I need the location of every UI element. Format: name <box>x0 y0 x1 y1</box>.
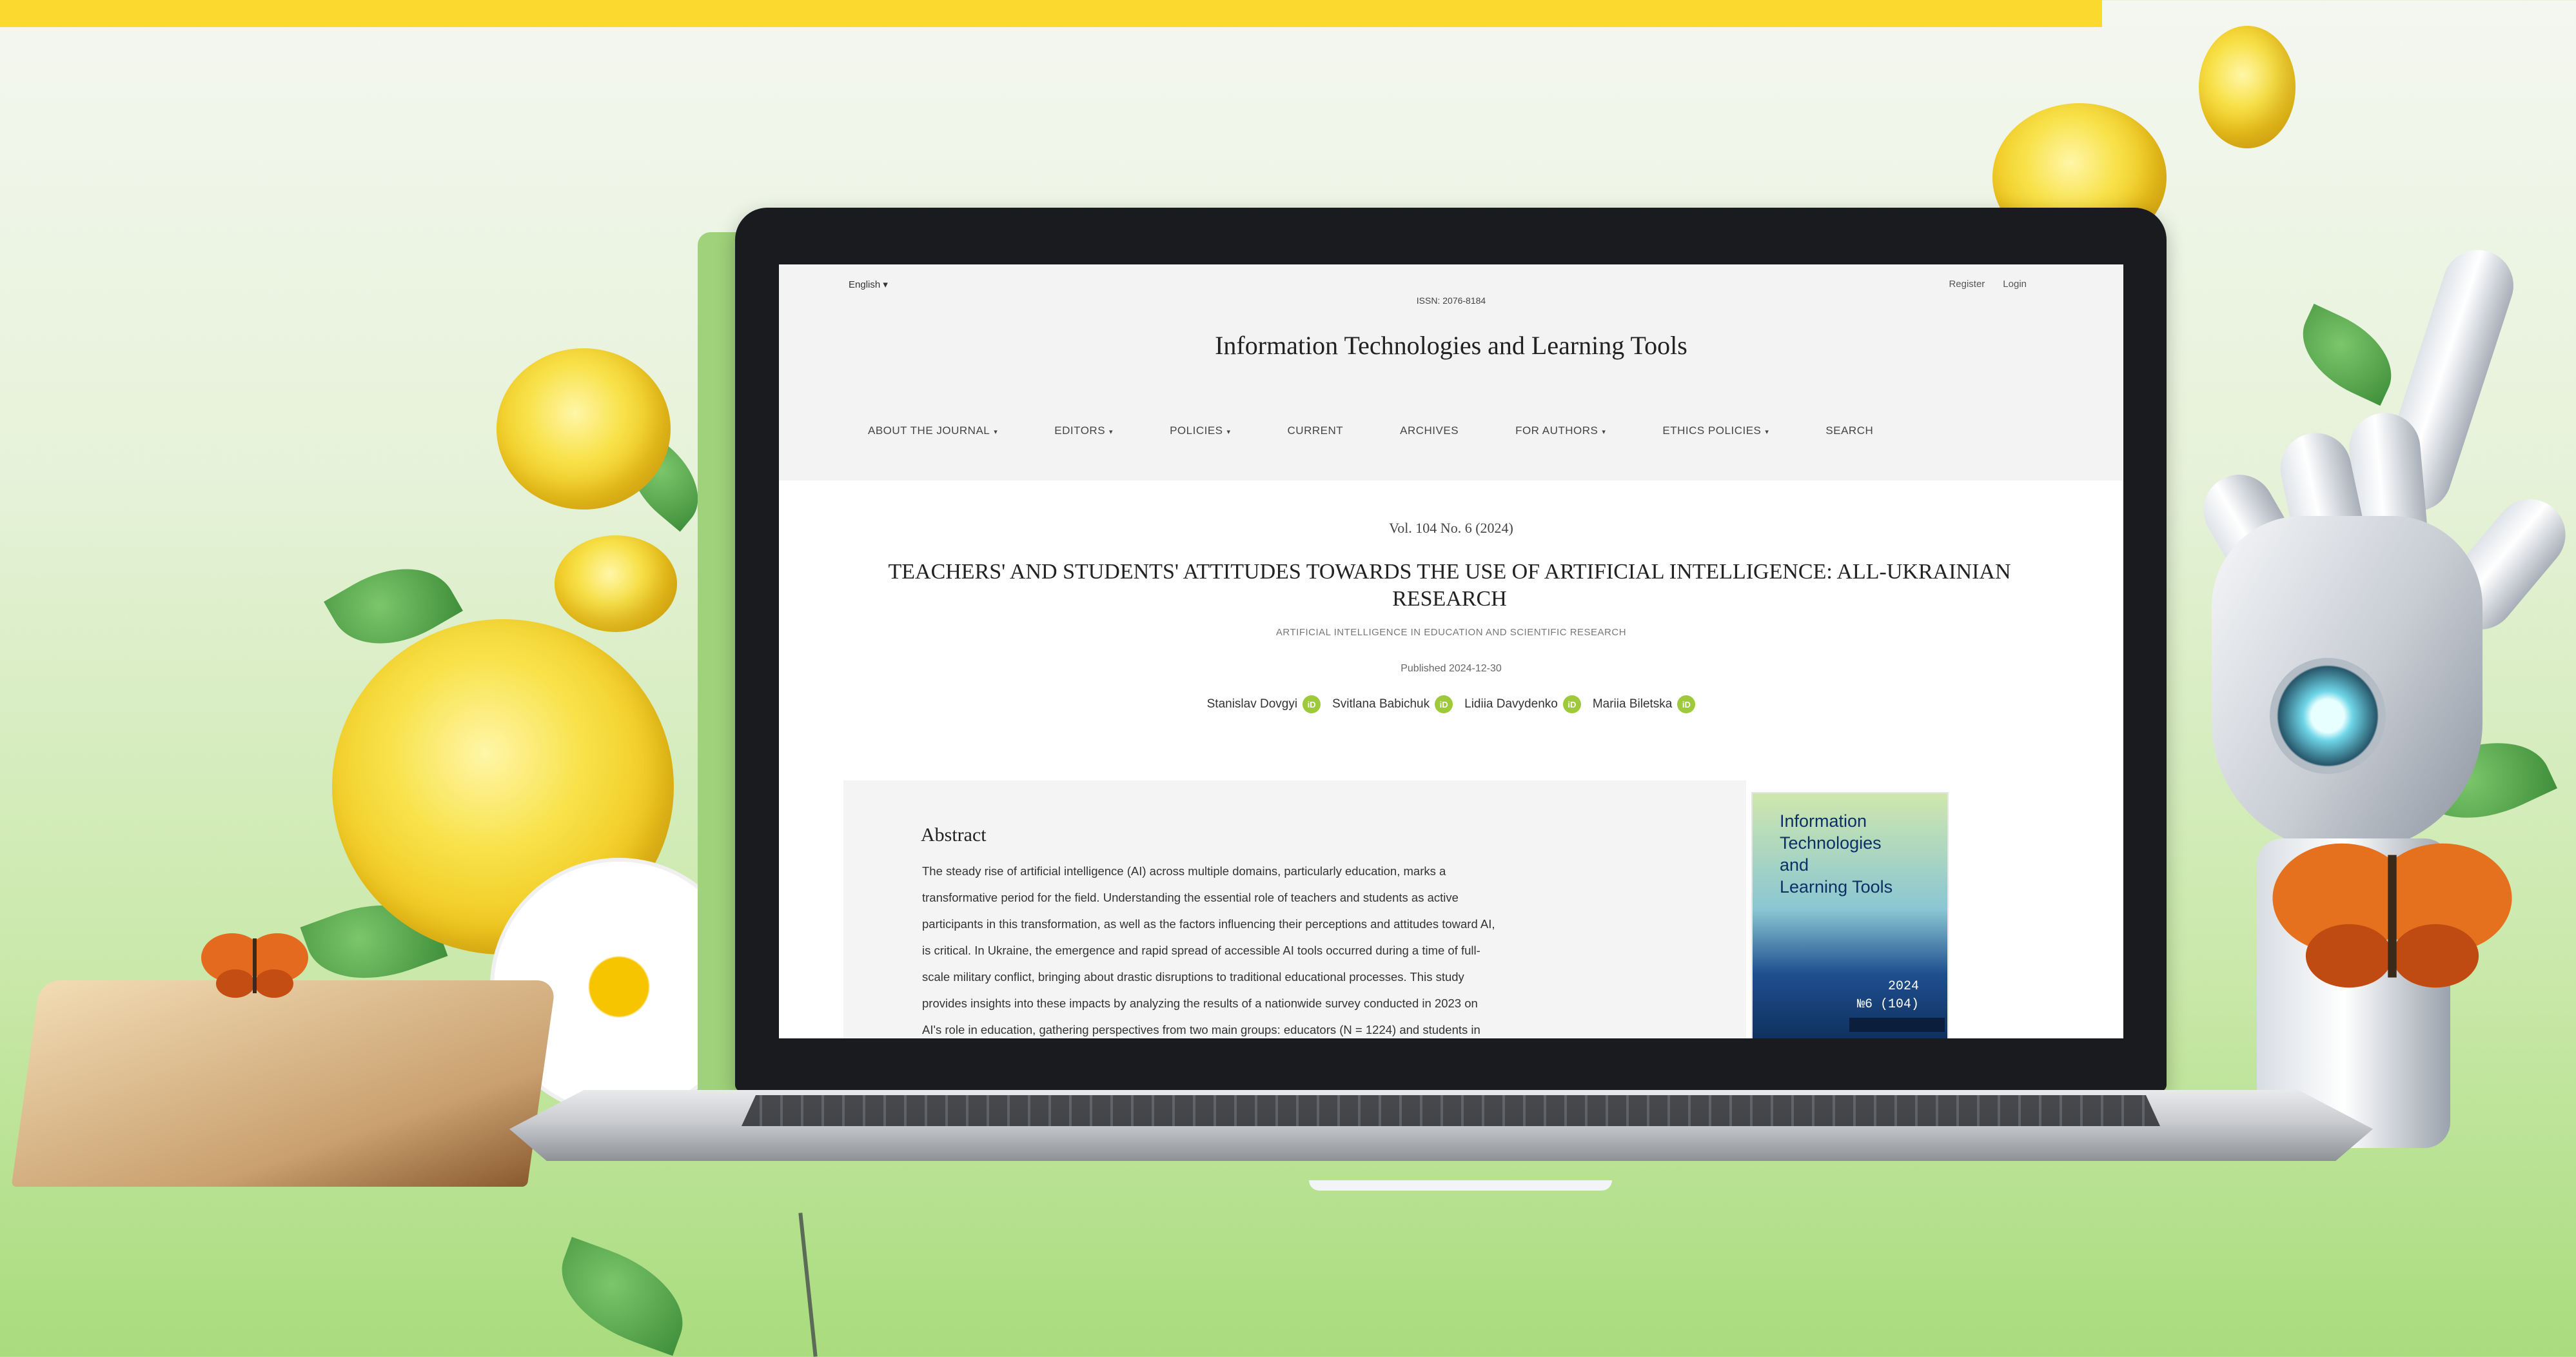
yellow-rose-icon <box>555 535 677 632</box>
yellow-rose-icon <box>497 348 671 510</box>
cover-number: №6 (104) <box>1857 997 1920 1012</box>
nav-current[interactable]: CURRENT <box>1288 424 1344 437</box>
language-selector[interactable]: English ▾ <box>849 279 888 290</box>
cover-title-line: Information <box>1780 811 1867 831</box>
cover-title-line: Learning Tools <box>1780 877 1893 896</box>
flower-stem <box>798 1213 818 1357</box>
butterfly-icon <box>201 933 308 998</box>
cover-title-line: Technologies <box>1780 833 1882 853</box>
author: Mariia Biletska iD <box>1593 695 1696 713</box>
yellow-rose-icon <box>2199 26 2296 148</box>
article-section: ARTIFICIAL INTELLIGENCE IN EDUCATION AND… <box>1275 627 1627 638</box>
orcid-icon[interactable]: iD <box>1677 695 1696 713</box>
cover-year: 2024 <box>1888 979 1920 994</box>
login-link[interactable]: Login <box>2003 279 2027 290</box>
laptop-notch <box>1309 1180 1612 1191</box>
register-link[interactable]: Register <box>1949 279 1985 290</box>
robot-hand-icon <box>2160 241 2576 1148</box>
published-date: Published 2024-12-30 <box>1401 663 1502 674</box>
cover-title-line: and <box>1780 855 1809 875</box>
nav-about[interactable]: ABOUT THE JOURNAL ▾ <box>868 424 998 437</box>
abstract-line: participants in this transformation, as … <box>922 917 1495 931</box>
nav-search[interactable]: SEARCH <box>1825 424 1873 437</box>
laptop-screen: English ▾ Register Login ISSN: 2076-8184… <box>779 264 2123 1038</box>
leaf-icon <box>545 1236 700 1356</box>
abstract-line: transformative period for the field. Und… <box>922 891 1459 904</box>
nav-policies[interactable]: POLICIES ▾ <box>1170 424 1230 437</box>
site-title[interactable]: Information Technologies and Learning To… <box>779 330 2123 361</box>
abstract-heading: Abstract <box>921 824 987 846</box>
user-links: Register Login <box>1949 279 2027 290</box>
main-nav: ABOUT THE JOURNAL ▾ EDITORS ▾ POLICIES ▾ CU… <box>868 424 1930 437</box>
abstract-line: provides insights into these impacts by … <box>922 996 1478 1010</box>
author-name: Mariia Biletska <box>1592 697 1673 711</box>
orcid-icon[interactable]: iD <box>1562 695 1581 713</box>
issn-text: ISSN: 2076-8184 <box>1416 295 1486 306</box>
author: Svitlana Babichuk iD <box>1332 695 1453 713</box>
abstract-text: The steady rise of artificial intelligen… <box>922 858 1644 1038</box>
top-accent-bar <box>0 0 2102 27</box>
abstract-line: The steady rise of artificial intelligen… <box>922 864 1446 878</box>
abstract-line: is critical. In Ukraine, the emergence a… <box>922 944 1480 957</box>
laptop-keyboard <box>742 1095 2160 1126</box>
author: Stanislav Dovgyi iD <box>1207 695 1321 713</box>
cover-title: Information Technologies and Learning To… <box>1780 810 1934 898</box>
author-name: Stanislav Dovgyi <box>1206 697 1298 711</box>
butterfly-icon <box>2272 843 2512 988</box>
open-book-icon <box>11 980 556 1187</box>
author: Lidiia Davydenko iD <box>1464 695 1581 713</box>
author-name: Svitlana Babichuk <box>1332 697 1430 711</box>
author-name: Lidiia Davydenko <box>1464 697 1558 711</box>
nav-for-authors[interactable]: FOR AUTHORS ▾ <box>1515 424 1606 437</box>
abstract-line: scale military conflict, bringing about … <box>922 970 1464 984</box>
nav-editors[interactable]: EDITORS ▾ <box>1054 424 1113 437</box>
cover-footer-bar <box>1849 1018 1945 1032</box>
nav-ethics-policies[interactable]: ETHICS POLICIES ▾ <box>1662 424 1769 437</box>
abstract-line: AI's role in education, gathering perspe… <box>922 1023 1480 1036</box>
issue-link[interactable]: Vol. 104 No. 6 (2024) <box>779 520 2123 537</box>
author-list: Stanislav Dovgyi iD Svitlana Babichuk iD… <box>779 695 2123 713</box>
orcid-icon[interactable]: iD <box>1435 695 1453 713</box>
article-title: TEACHERS' AND STUDENTS' ATTITUDES TOWARD… <box>888 560 2011 611</box>
orcid-icon[interactable]: iD <box>1303 695 1321 713</box>
nav-archives[interactable]: ARCHIVES <box>1400 424 1459 437</box>
